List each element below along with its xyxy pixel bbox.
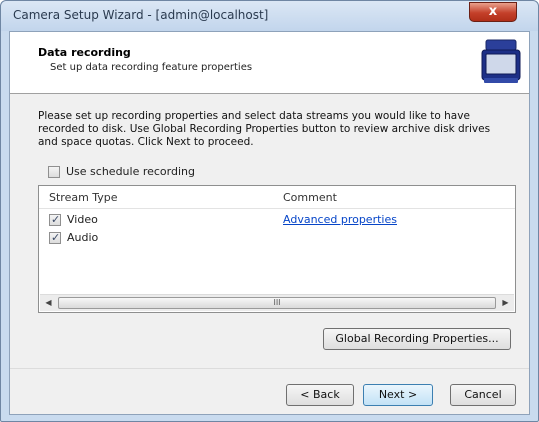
- horizontal-scrollbar[interactable]: ◀ III ▶: [40, 294, 514, 311]
- scroll-thumb[interactable]: III: [58, 297, 496, 309]
- scroll-left-arrow-icon[interactable]: ◀: [40, 295, 57, 311]
- instructions-text: Please set up recording properties and s…: [38, 110, 491, 148]
- recorder-case-icon: [481, 39, 521, 83]
- advanced-properties-link[interactable]: Advanced properties: [283, 213, 397, 226]
- schedule-recording-checkbox[interactable]: [48, 166, 60, 178]
- title-bar[interactable]: Camera Setup Wizard - [admin@localhost] …: [1, 1, 538, 31]
- schedule-recording-label[interactable]: Use schedule recording: [66, 165, 195, 178]
- video-stream-checkbox[interactable]: [49, 213, 61, 226]
- back-button[interactable]: < Back: [286, 384, 354, 406]
- page-title: Data recording: [38, 46, 131, 59]
- scroll-right-arrow-icon[interactable]: ▶: [497, 295, 514, 311]
- footer-separator: [10, 368, 529, 369]
- audio-stream-label[interactable]: Audio: [67, 231, 98, 244]
- page-subtitle: Set up data recording feature properties: [50, 62, 253, 73]
- close-icon: x: [488, 4, 498, 19]
- grip-icon: III: [273, 298, 281, 307]
- video-stream-label[interactable]: Video: [67, 213, 98, 226]
- close-button[interactable]: x: [469, 2, 517, 22]
- next-button[interactable]: Next >: [363, 384, 433, 406]
- column-header-stream-type[interactable]: Stream Type: [49, 191, 118, 204]
- wizard-header: Data recording Set up data recording fea…: [10, 32, 529, 94]
- global-recording-properties-button[interactable]: Global Recording Properties...: [323, 328, 511, 350]
- column-header-comment[interactable]: Comment: [283, 191, 337, 204]
- cancel-button[interactable]: Cancel: [450, 384, 516, 406]
- audio-stream-checkbox[interactable]: [49, 231, 61, 244]
- list-header-divider: [39, 208, 515, 209]
- client-area: Data recording Set up data recording fea…: [9, 31, 530, 415]
- window-title: Camera Setup Wizard - [admin@localhost]: [13, 8, 269, 22]
- stream-list[interactable]: Stream Type Comment Video Advanced prope…: [38, 185, 516, 313]
- wizard-window: Camera Setup Wizard - [admin@localhost] …: [0, 0, 539, 422]
